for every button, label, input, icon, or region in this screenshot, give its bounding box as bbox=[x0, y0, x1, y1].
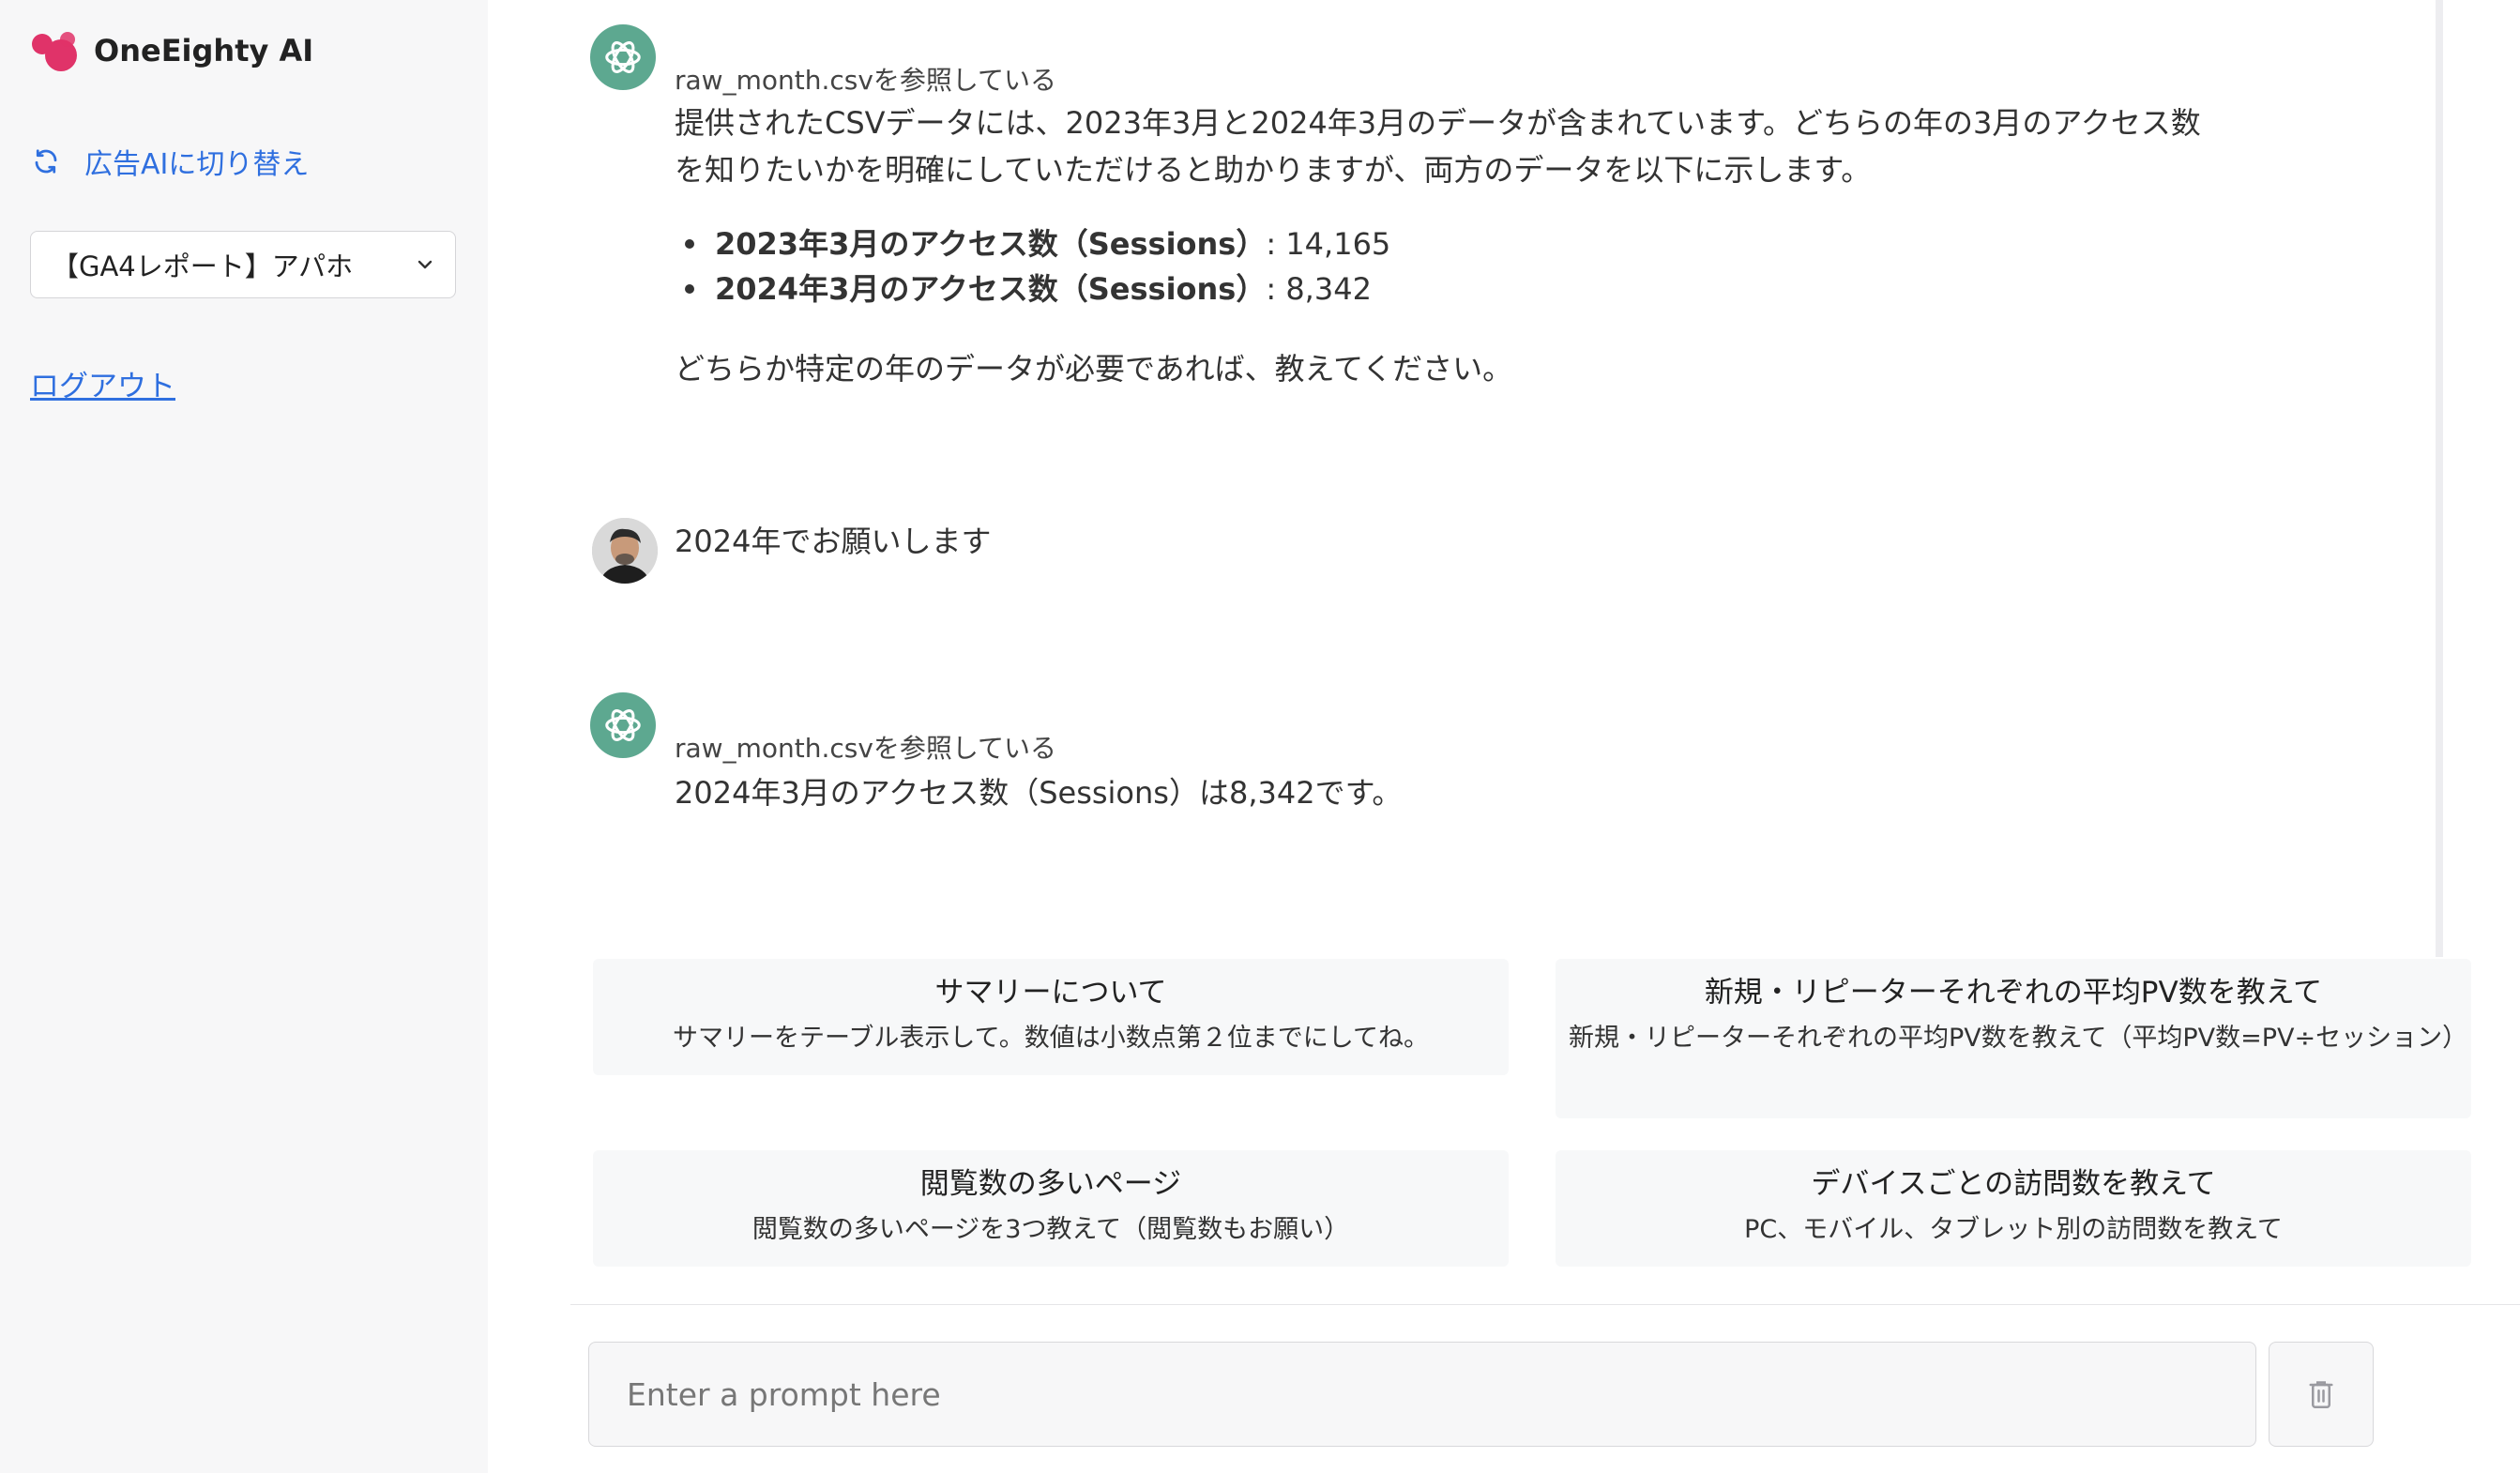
bullet-label: 2023年3月のアクセス数（Sessions） bbox=[715, 226, 1267, 262]
list-item: 2023年3月のアクセス数（Sessions） : 14,165 bbox=[685, 221, 1390, 266]
suggestion-title: デバイスごとの訪問数を教えて bbox=[1811, 1167, 2216, 1201]
openai-logo-icon bbox=[605, 709, 641, 741]
suggestion-card[interactable]: 閲覧数の多いページ 閲覧数の多いページを3つ教えて（閲覧数もお願い） bbox=[593, 1150, 1509, 1267]
user-avatar bbox=[592, 518, 658, 584]
composer-divider bbox=[570, 1304, 2520, 1305]
suggestion-description: サマリーをテーブル表示して。数値は小数点第２位までにしてね。 bbox=[673, 1024, 1429, 1053]
report-select-value: 【GA4レポート】アパホ bbox=[52, 251, 354, 282]
suggestion-card[interactable]: サマリーについて サマリーをテーブル表示して。数値は小数点第２位までにしてね。 bbox=[593, 959, 1509, 1075]
suggestion-description: PC、モバイル、タブレット別の訪問数を教えて bbox=[1744, 1215, 2283, 1244]
suggestion-title: 閲覧数の多いページ bbox=[919, 1167, 1182, 1201]
suggestion-card[interactable]: デバイスごとの訪問数を教えて PC、モバイル、タブレット別の訪問数を教えて bbox=[1556, 1150, 2471, 1267]
bullet-label: 2024年3月のアクセス数（Sessions） bbox=[715, 271, 1267, 307]
message-text-line: を知りたいかを明確にしていただけると助かりますが、両方のデータを以下に示します。 bbox=[675, 152, 1872, 188]
prompt-input[interactable] bbox=[588, 1342, 2256, 1447]
refresh-icon bbox=[35, 149, 57, 174]
switch-to-ads-ai-button[interactable]: 広告AIに切り替え bbox=[32, 141, 309, 182]
suggestion-description: 閲覧数の多いページを3つ教えて（閲覧数もお願い） bbox=[751, 1215, 1350, 1244]
logout-link[interactable]: ログアウト bbox=[30, 362, 175, 404]
trash-icon bbox=[2309, 1381, 2333, 1408]
sidebar: OneEighty AI 広告AIに切り替え 【GA4レポート】アパホ ログアウ… bbox=[0, 0, 488, 1473]
message-text-line: どちらか特定の年のデータが必要であれば、教えてください。 bbox=[675, 351, 1513, 387]
assistant-avatar bbox=[590, 24, 656, 90]
message-bullet-list: 2023年3月のアクセス数（Sessions） : 14,165 2024年3月… bbox=[685, 221, 1390, 311]
list-item: 2024年3月のアクセス数（Sessions） : 8,342 bbox=[685, 266, 1390, 311]
brand-logo-icon bbox=[32, 30, 84, 71]
bullet-value: : 8,342 bbox=[1266, 271, 1372, 307]
report-select[interactable]: 【GA4レポート】アパホ bbox=[30, 231, 456, 298]
switch-label: 広告AIに切り替え bbox=[84, 148, 310, 181]
suggestion-title: サマリーについて bbox=[934, 976, 1167, 1010]
suggestion-description: 新規・リピーターそれぞれの平均PV数を教えて（平均PV数=PV÷セッション） bbox=[1569, 1024, 2468, 1053]
bullet-value: : 14,165 bbox=[1266, 226, 1391, 262]
brand-logo[interactable]: OneEighty AI bbox=[32, 30, 313, 71]
user-message-text: 2024年でお願いします bbox=[675, 524, 992, 559]
brand-name: OneEighty AI bbox=[94, 33, 314, 68]
reference-note: raw_month.csvを参照している bbox=[675, 65, 1057, 96]
message-text-line: 提供されたCSVデータには、2023年3月と2024年3月のデータが含まれていま… bbox=[675, 105, 2201, 141]
message-text-line: 2024年3月のアクセス数（Sessions）は8,342です。 bbox=[675, 775, 1403, 811]
reference-note: raw_month.csvを参照している bbox=[675, 733, 1057, 764]
clear-chat-button[interactable] bbox=[2269, 1342, 2374, 1447]
chat-scrollbar[interactable] bbox=[2436, 0, 2443, 957]
openai-logo-icon bbox=[605, 41, 641, 73]
assistant-avatar bbox=[590, 692, 656, 758]
suggestion-card[interactable]: 新規・リピーターそれぞれの平均PV数を教えて 新規・リピーターそれぞれの平均PV… bbox=[1556, 959, 2471, 1118]
chevron-down-icon bbox=[417, 260, 433, 269]
suggestion-title: 新規・リピーターそれぞれの平均PV数を教えて bbox=[1704, 976, 2323, 1010]
